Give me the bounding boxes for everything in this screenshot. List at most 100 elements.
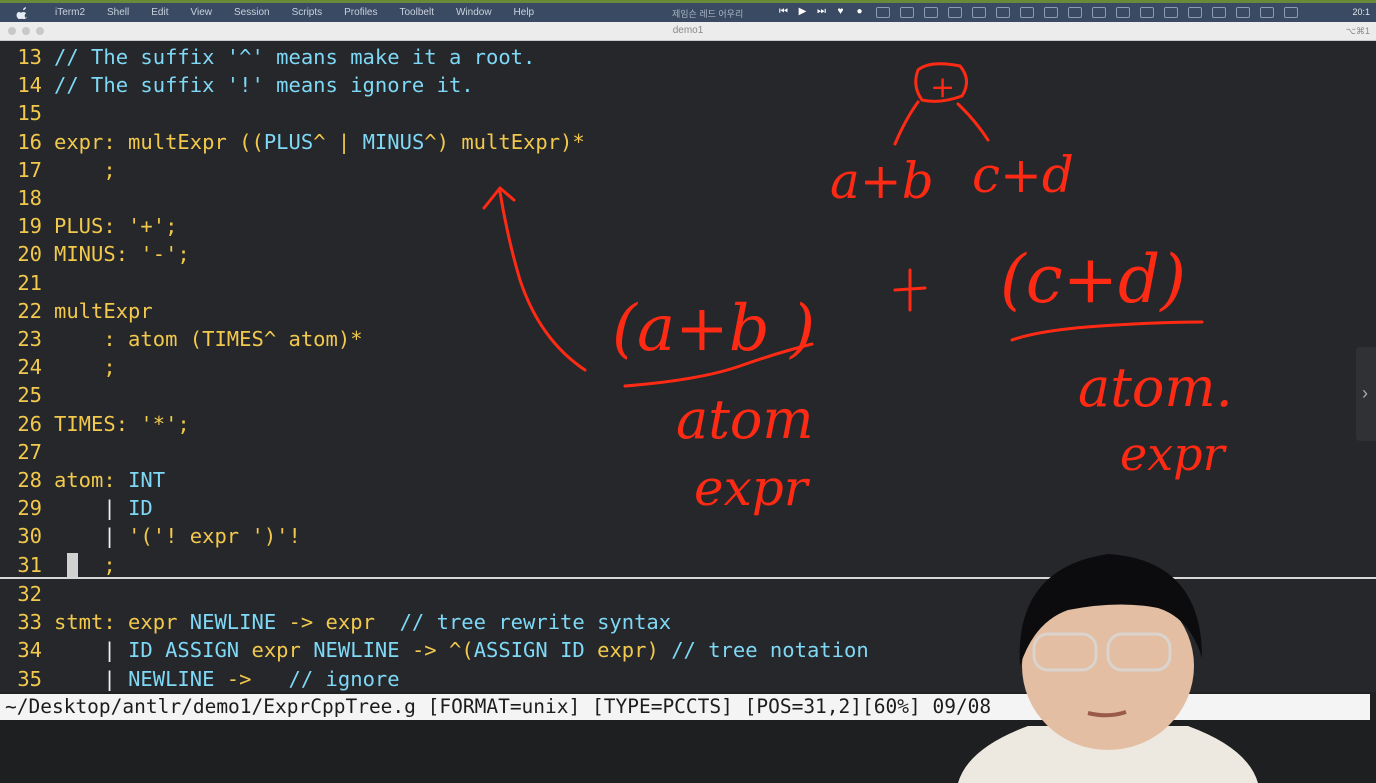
code-line[interactable]: 21: [0, 269, 54, 297]
line-number: 21: [17, 270, 42, 295]
code-token: MINUS: '-';: [54, 242, 190, 267]
code-line[interactable]: 34 | ID ASSIGN expr NEWLINE -> ^(ASSIGN …: [0, 636, 868, 664]
code-token: |: [54, 496, 129, 521]
status-icon[interactable]: [1260, 7, 1274, 18]
line-number: 15: [17, 101, 42, 126]
code-line[interactable]: 35 | NEWLINE -> // ignore: [0, 665, 400, 693]
code-token: ;: [54, 157, 116, 182]
menu-item-profiles[interactable]: Profiles: [333, 7, 388, 18]
window-titlebar: demo1 ⌥⌘1: [0, 22, 1376, 41]
menu-item-shell[interactable]: Shell: [96, 7, 140, 18]
code-token: atom:: [54, 468, 129, 492]
now-playing-text[interactable]: 제임슨 레드 어우리: [672, 7, 743, 20]
menu-item-edit[interactable]: Edit: [140, 7, 179, 18]
code-line[interactable]: 15: [0, 99, 54, 127]
menu-item-window[interactable]: Window: [445, 7, 503, 18]
line-number: 31: [17, 552, 42, 577]
code-line[interactable]: 30 | '('! expr ')'!: [0, 522, 301, 550]
line-number: 33: [17, 610, 42, 635]
code-token: INT: [128, 468, 166, 492]
status-icon[interactable]: [900, 7, 914, 18]
code-token: expr: [239, 638, 314, 663]
status-icon[interactable]: [1116, 7, 1130, 18]
code-line[interactable]: 31 ;: [0, 551, 115, 579]
code-token: // tree rewrite syntax: [399, 610, 672, 635]
code-token: -> expr: [276, 610, 400, 635]
status-icon[interactable]: [1188, 7, 1202, 18]
code-line[interactable]: 23 : atom (TIMES^ atom)*: [0, 325, 362, 353]
menu-item-scripts[interactable]: Scripts: [281, 7, 334, 18]
line-number: 17: [17, 157, 42, 182]
status-icon[interactable]: [996, 7, 1010, 18]
code-line[interactable]: 19 PLUS: '+';: [0, 212, 177, 240]
code-token: NEWLINE: [189, 610, 277, 635]
status-icon[interactable]: [876, 7, 890, 18]
code-line[interactable]: 26 TIMES: '*';: [0, 410, 189, 438]
code-token: NEWLINE: [313, 638, 400, 663]
code-token: ASSIGN ID: [473, 638, 585, 663]
line-number: 14: [17, 73, 42, 98]
code-line[interactable]: 18: [0, 184, 54, 212]
status-icon[interactable]: [1164, 7, 1178, 18]
previous-track-icon[interactable]: ⏮: [778, 6, 789, 17]
code-token: // ignore: [288, 666, 400, 691]
code-token: // The suffix '^' means make it a root.: [54, 45, 536, 69]
code-line[interactable]: 25: [0, 381, 54, 409]
apple-icon[interactable]: [16, 6, 30, 19]
menu-item-iterm2[interactable]: iTerm2: [44, 7, 96, 18]
status-icon[interactable]: [1044, 7, 1058, 18]
status-icon[interactable]: [972, 7, 986, 18]
status-icon[interactable]: [924, 7, 938, 18]
menu-item-toolbelt[interactable]: Toolbelt: [389, 7, 445, 18]
code-line[interactable]: 14 // The suffix '!' means ignore it.: [0, 71, 474, 99]
code-line[interactable]: 33 stmt: expr NEWLINE -> expr // tree rew…: [0, 608, 671, 636]
status-icon[interactable]: [1068, 7, 1082, 18]
menu-bar: iTerm2 Shell Edit View Session Scripts P…: [0, 0, 1376, 22]
line-number: 29: [17, 496, 42, 521]
menu-item-help[interactable]: Help: [503, 7, 546, 18]
status-icon[interactable]: [1284, 7, 1298, 18]
code-token: PLUS: '+';: [54, 214, 178, 239]
code-token: ID ASSIGN: [128, 638, 240, 663]
code-line[interactable]: 22 multExpr: [0, 297, 152, 325]
status-icon[interactable]: [948, 7, 962, 18]
minimize-button[interactable]: [22, 27, 30, 35]
code-token: ->: [214, 666, 289, 691]
code-token: stmt: expr: [54, 610, 190, 635]
music-app-icon[interactable]: ●: [854, 6, 865, 17]
side-panel-toggle[interactable]: ›: [1356, 347, 1376, 441]
code-line[interactable]: 27: [0, 438, 54, 466]
status-icon[interactable]: [1140, 7, 1154, 18]
line-number: 25: [17, 383, 42, 408]
line-number: 13: [17, 45, 42, 69]
play-icon[interactable]: ▶: [797, 6, 808, 17]
code-line[interactable]: 28 atom: INT: [0, 466, 165, 494]
menubar-clock[interactable]: 20:1: [1352, 7, 1370, 17]
status-icon[interactable]: [1212, 7, 1226, 18]
editor-pane-top[interactable]: [0, 41, 1376, 577]
heart-icon[interactable]: ♥: [835, 6, 846, 17]
menu-item-view[interactable]: View: [180, 7, 224, 18]
code-token: // The suffix '!' means ignore it.: [54, 73, 474, 98]
line-number: 22: [17, 298, 42, 323]
zoom-button[interactable]: [36, 27, 44, 35]
line-number: 20: [17, 242, 42, 267]
line-number: 23: [17, 327, 42, 351]
code-token: expr): [584, 638, 672, 663]
status-icon[interactable]: [1020, 7, 1034, 18]
code-line[interactable]: 17 ;: [0, 156, 116, 184]
code-line[interactable]: 16 expr: multExpr ((PLUS^ | MINUS^) multE…: [0, 128, 584, 156]
line-number: 30: [17, 524, 42, 549]
close-button[interactable]: [8, 27, 16, 35]
line-number: 27: [17, 439, 42, 464]
code-line[interactable]: 29 | ID: [0, 494, 152, 522]
next-track-icon[interactable]: ⏭: [816, 6, 827, 17]
status-icon[interactable]: [1092, 7, 1106, 18]
code-line[interactable]: 20 MINUS: '-';: [0, 240, 190, 268]
code-line[interactable]: 13 // The suffix '^' means make it a root…: [0, 43, 535, 71]
code-line[interactable]: 24 ;: [0, 353, 115, 381]
status-icon[interactable]: [1236, 7, 1250, 18]
code-line[interactable]: 32: [0, 580, 54, 608]
code-token: PLUS: [263, 129, 314, 154]
menu-item-session[interactable]: Session: [223, 7, 281, 18]
